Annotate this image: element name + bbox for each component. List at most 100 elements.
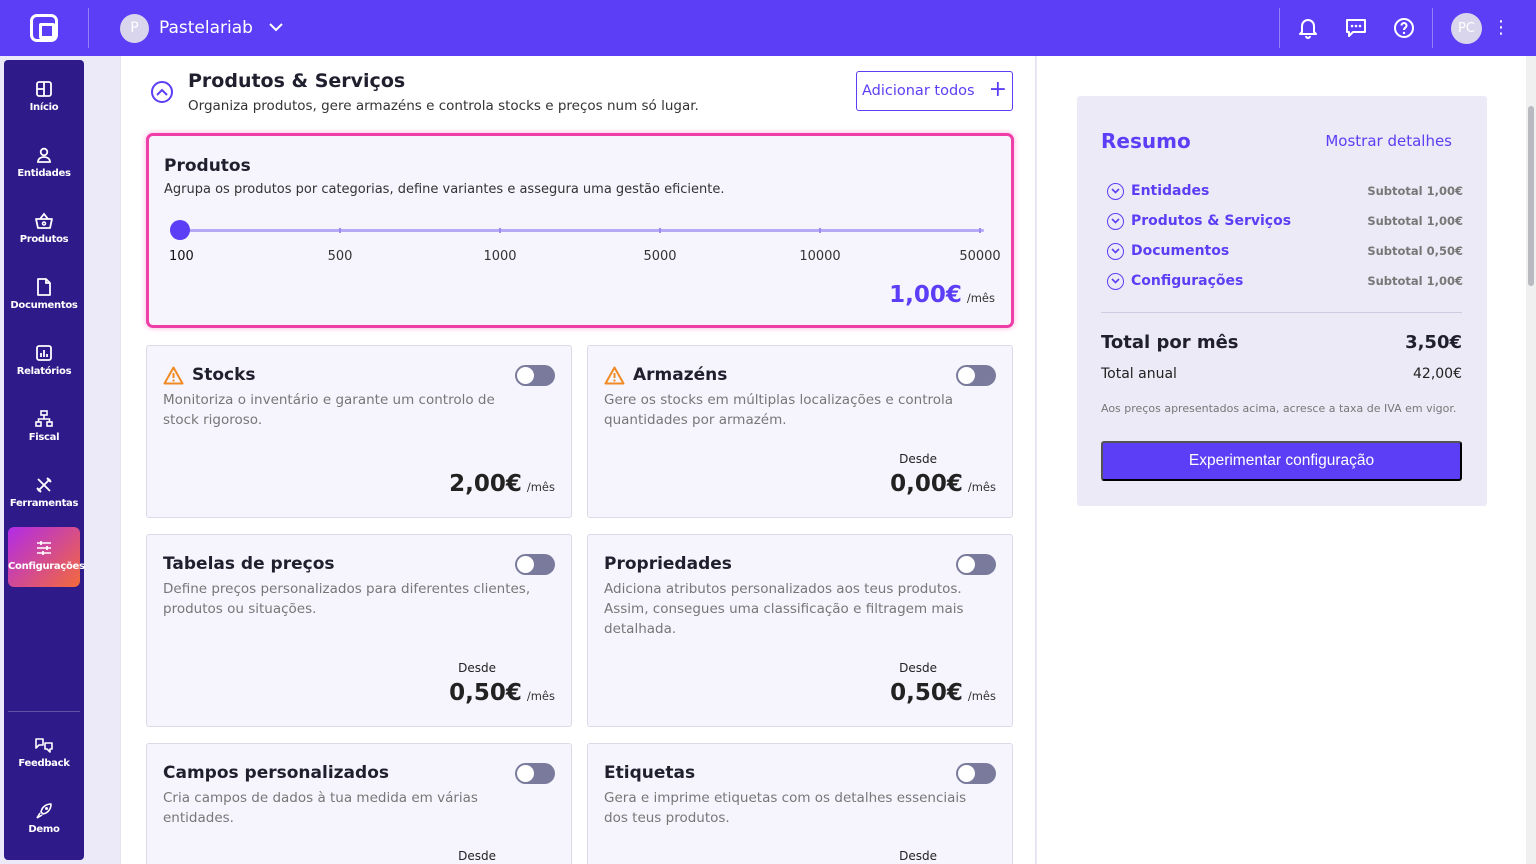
top-bar: P Pastelariab PC ⋮	[0, 0, 1536, 56]
feature-toggle[interactable]	[956, 554, 996, 575]
divider	[1432, 8, 1433, 48]
sidebar-item-demo[interactable]: Demo	[8, 790, 80, 850]
sidebar-item-ferramentas[interactable]: Ferramentas	[8, 464, 80, 524]
sidebar-item-feedback[interactable]: Feedback	[8, 724, 80, 784]
annual-total-value: 42,00€	[1413, 366, 1462, 382]
sidebar-item-label: Configurações	[8, 561, 85, 572]
feature-card-armazens: Armazéns Gere os stocks em múltiplas loc…	[587, 345, 1013, 518]
summary-row-documentos[interactable]: Documentos Subtotal 0,50€	[1107, 241, 1463, 261]
company-name: Pastelariab	[159, 18, 253, 38]
sliders-icon	[37, 541, 51, 555]
chevron-down-icon	[269, 20, 283, 36]
sidebar-item-label: Documentos	[10, 300, 78, 311]
monthly-total-value: 3,50€	[1405, 332, 1462, 353]
slider-label: 100	[169, 249, 194, 264]
show-details-link[interactable]: Mostrar detalhes	[1325, 132, 1452, 150]
sidebar-item-label: Ferramentas	[9, 498, 79, 509]
collapse-section-icon[interactable]	[151, 81, 173, 103]
vat-note: Aos preços apresentados acima, acresce a…	[1101, 402, 1457, 415]
feature-price: 0,50€ /mês	[449, 680, 555, 706]
feature-description: Adiciona atributos personalizados aos te…	[604, 581, 964, 637]
app-logo[interactable]	[30, 14, 58, 42]
divider	[8, 711, 80, 712]
from-label: Desde	[899, 849, 937, 863]
scrollbar-thumb[interactable]	[1528, 106, 1534, 286]
summary-row-subtotal: Subtotal 1,00€	[1367, 184, 1463, 198]
scrollbar[interactable]	[1526, 56, 1536, 864]
bell-icon[interactable]	[1296, 16, 1320, 40]
chart-icon	[36, 345, 52, 361]
price-value: 1,00€	[889, 282, 962, 308]
slider-label: 5000	[643, 249, 677, 264]
add-all-button[interactable]: Adicionar todos +	[856, 71, 1013, 111]
chevron-down-icon	[1107, 272, 1124, 290]
help-icon[interactable]	[1392, 16, 1416, 40]
price-value: 0,00€	[890, 471, 963, 497]
price-unit: /mês	[967, 480, 996, 494]
feature-title-text: Tabelas de preços	[163, 554, 335, 574]
feature-description: Gera e imprime etiquetas com os detalhes…	[604, 790, 967, 826]
feature-description: Define preços personalizados para difere…	[163, 581, 531, 617]
user-icon	[37, 147, 51, 163]
warning-icon	[604, 366, 625, 384]
sidebar-item-label: Fiscal	[28, 432, 60, 443]
summary-row-configuracoes[interactable]: Configurações Subtotal 1,00€	[1107, 271, 1463, 291]
card-description: Agrupa os produtos por categorias, defin…	[164, 182, 725, 197]
price-value: 0,50€	[449, 680, 522, 706]
user-avatar[interactable]: PC	[1451, 13, 1482, 44]
summary-row-produtos-servicos[interactable]: Produtos & Serviços Subtotal 1,00€	[1107, 211, 1463, 231]
price-unit: /mês	[967, 689, 996, 703]
main-content: Produtos & Serviços Organiza produtos, g…	[120, 56, 1036, 864]
sidebar-item-documentos[interactable]: Documentos	[8, 266, 80, 326]
summary-row-name: Entidades	[1131, 183, 1210, 199]
company-avatar: P	[120, 13, 149, 43]
feature-card-stocks: Stocks Monitoriza o inventário e garante…	[146, 345, 572, 518]
slider-thumb[interactable]	[170, 220, 190, 240]
slider-track[interactable]	[179, 229, 984, 232]
feature-title-text: Stocks	[192, 365, 256, 385]
slider-tick	[979, 228, 981, 233]
feature-toggle[interactable]	[956, 763, 996, 784]
feature-title: Etiquetas	[604, 763, 695, 783]
chevron-down-icon	[1107, 182, 1124, 200]
sidebar-item-inicio[interactable]: Início	[8, 68, 80, 128]
feature-toggle[interactable]	[515, 365, 555, 386]
from-label: Desde	[899, 452, 937, 466]
slider-label: 1000	[483, 249, 517, 264]
from-label: Desde	[458, 849, 496, 863]
feature-title: Tabelas de preços	[163, 554, 335, 574]
feature-title-text: Propriedades	[604, 554, 732, 574]
company-selector[interactable]: P Pastelariab	[120, 13, 283, 43]
feature-toggle[interactable]	[515, 763, 555, 784]
sidebar-item-entidades[interactable]: Entidades	[8, 134, 80, 194]
divider	[1101, 312, 1462, 313]
feature-toggle[interactable]	[956, 365, 996, 386]
sidebar-item-relatorios[interactable]: Relatórios	[8, 332, 80, 392]
from-label: Desde	[899, 661, 937, 675]
feature-card-tabelas-precos: Tabelas de preços Define preços personal…	[146, 534, 572, 727]
products-card: Produtos Agrupa os produtos por categori…	[146, 133, 1014, 328]
slider-label: 50000	[959, 249, 1001, 264]
slider-tick	[659, 228, 661, 233]
summary-card: Resumo Mostrar detalhes Entidades Subtot…	[1077, 96, 1487, 506]
sidebar-item-label: Feedback	[18, 758, 70, 769]
sidebar: Início Entidades Produtos Documentos Rel…	[4, 60, 85, 860]
sidebar-item-produtos[interactable]: Produtos	[8, 200, 80, 260]
price-unit: /mês	[526, 689, 555, 703]
summary-row-name: Configurações	[1131, 273, 1244, 289]
feature-toggle[interactable]	[515, 554, 555, 575]
summary-row-entidades[interactable]: Entidades Subtotal 1,00€	[1107, 181, 1463, 201]
sidebar-item-label: Relatórios	[16, 366, 72, 377]
price: 1,00€ /mês	[889, 282, 995, 308]
sidebar-item-fiscal[interactable]: Fiscal	[8, 398, 80, 458]
feature-title: Campos personalizados	[163, 763, 389, 783]
more-options-icon[interactable]: ⋮	[1492, 16, 1510, 40]
try-configuration-button[interactable]: Experimentar configuração	[1101, 441, 1462, 481]
sidebar-item-configuracoes[interactable]: Configurações	[8, 527, 85, 587]
feature-description: Cria campos de dados à tua medida em vár…	[163, 790, 478, 826]
divider	[1279, 8, 1280, 48]
feature-card-etiquetas: Etiquetas Gera e imprime etiquetas com o…	[587, 743, 1013, 864]
monthly-total: Total por mês 3,50€	[1101, 332, 1462, 353]
feature-title-text: Etiquetas	[604, 763, 696, 783]
message-icon[interactable]	[1344, 16, 1368, 40]
